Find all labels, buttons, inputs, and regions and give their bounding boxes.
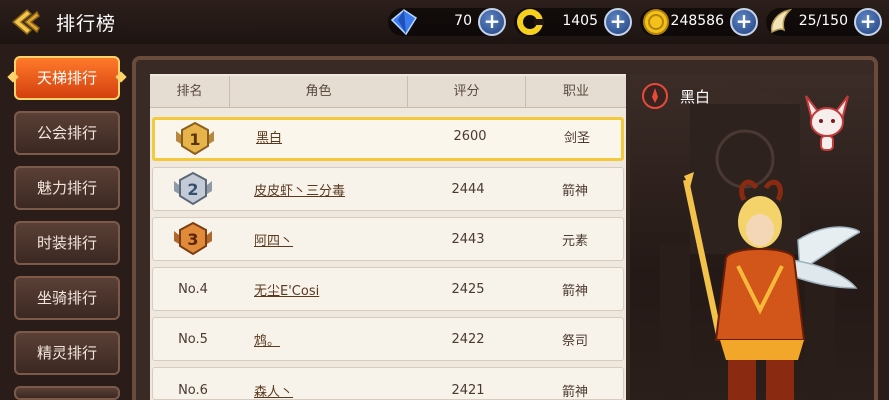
rank-cell: No.6 [178, 382, 208, 398]
swordsman-class-icon [642, 83, 668, 109]
player-job: 祭司 [561, 333, 588, 349]
gold-medal-icon: 1 [176, 121, 214, 156]
player-score: 2443 [451, 231, 485, 247]
col-score: 评分 [408, 76, 526, 108]
table-row[interactable]: 3 阿四丶 2443 元素 [152, 217, 624, 261]
sidebar-item-mount[interactable]: 坐骑排行 [14, 276, 120, 320]
ring-resource: 1405 + [514, 8, 632, 36]
add-energy-button[interactable]: + [854, 8, 882, 36]
rank-cell: 3 [153, 218, 233, 260]
gem-count: 70 [454, 13, 472, 29]
medal-number: 3 [187, 230, 198, 249]
player-name[interactable]: 无尘E'Cosi [254, 268, 424, 310]
top-bar: 排行榜 70 + 1405 + 248586 + 25/150 + [0, 0, 889, 44]
player-name[interactable]: 阿四丶 [254, 218, 424, 260]
wing-energy-icon [770, 8, 793, 34]
col-role: 角色 [230, 76, 408, 108]
player-score: 2421 [451, 382, 485, 398]
table-row[interactable]: 1 黑白 2600 剑圣 [152, 117, 624, 161]
table-row[interactable]: No.4 无尘E'Cosi 2425 箭神 [152, 267, 624, 311]
add-ring-button[interactable]: + [604, 8, 632, 36]
sidebar-item-guild[interactable]: 公会排行 [14, 111, 120, 155]
gold-resource: 248586 + [640, 8, 758, 36]
table-row[interactable]: 2 皮皮虾丶三分毒 2444 箭神 [152, 167, 624, 211]
gold-coin-icon [643, 9, 669, 35]
table-row[interactable]: No.5 鸩。 2422 祭司 [152, 317, 624, 361]
rank-cell: 2 [153, 168, 233, 210]
sidebar-item-spirit[interactable]: 精灵排行 [14, 331, 120, 375]
player-score: 2422 [451, 331, 485, 347]
add-gold-button[interactable]: + [730, 8, 758, 36]
rank-cell: No.5 [178, 331, 208, 347]
preview-player-name: 黑白 [680, 88, 711, 106]
energy-resource: 25/150 + [766, 8, 882, 36]
player-job: 元素 [561, 233, 588, 249]
yellow-ring-icon [517, 9, 544, 35]
back-arrow-icon [11, 8, 40, 36]
player-score: 2444 [451, 181, 485, 197]
player-name[interactable]: 森人丶 [254, 368, 424, 400]
medal-number: 1 [189, 130, 200, 149]
col-rank: 排名 [150, 76, 230, 108]
player-name[interactable]: 黑白 [256, 117, 426, 155]
add-gem-button[interactable]: + [478, 8, 506, 36]
silver-medal-icon: 2 [174, 171, 212, 206]
sidebar-item-ladder[interactable]: 天梯排行 [14, 56, 120, 100]
table-row[interactable]: No.6 森人丶 2421 箭神 [152, 367, 624, 400]
rank-cell: 1 [155, 120, 235, 158]
player-job: 剑圣 [563, 130, 590, 146]
sidebar-item-more[interactable] [14, 386, 120, 400]
player-score: 2425 [451, 281, 485, 297]
medal-number: 2 [187, 180, 198, 199]
character-model [683, 172, 860, 400]
rank-cell: No.4 [178, 281, 208, 297]
fox-pet-icon [805, 95, 849, 151]
bronze-medal-icon: 3 [174, 221, 212, 256]
energy-count: 25/150 [798, 13, 848, 29]
player-name[interactable]: 鸩。 [254, 318, 424, 360]
player-job: 箭神 [561, 283, 588, 299]
gem-resource: 70 + [388, 8, 506, 36]
sidebar-item-charm[interactable]: 魅力排行 [14, 166, 120, 210]
table-header: 排名 角色 评分 职业 [150, 76, 626, 108]
sidebar-item-fashion[interactable]: 时装排行 [14, 221, 120, 265]
ring-count: 1405 [562, 13, 598, 29]
player-job: 箭神 [561, 183, 588, 199]
player-name[interactable]: 皮皮虾丶三分毒 [254, 168, 424, 210]
page-title: 排行榜 [56, 13, 117, 35]
col-job: 职业 [562, 84, 589, 99]
blue-gem-icon [390, 9, 418, 36]
gold-count: 248586 [670, 13, 724, 29]
player-score: 2600 [453, 128, 487, 144]
back-button[interactable] [8, 6, 44, 38]
player-job: 箭神 [561, 384, 588, 400]
